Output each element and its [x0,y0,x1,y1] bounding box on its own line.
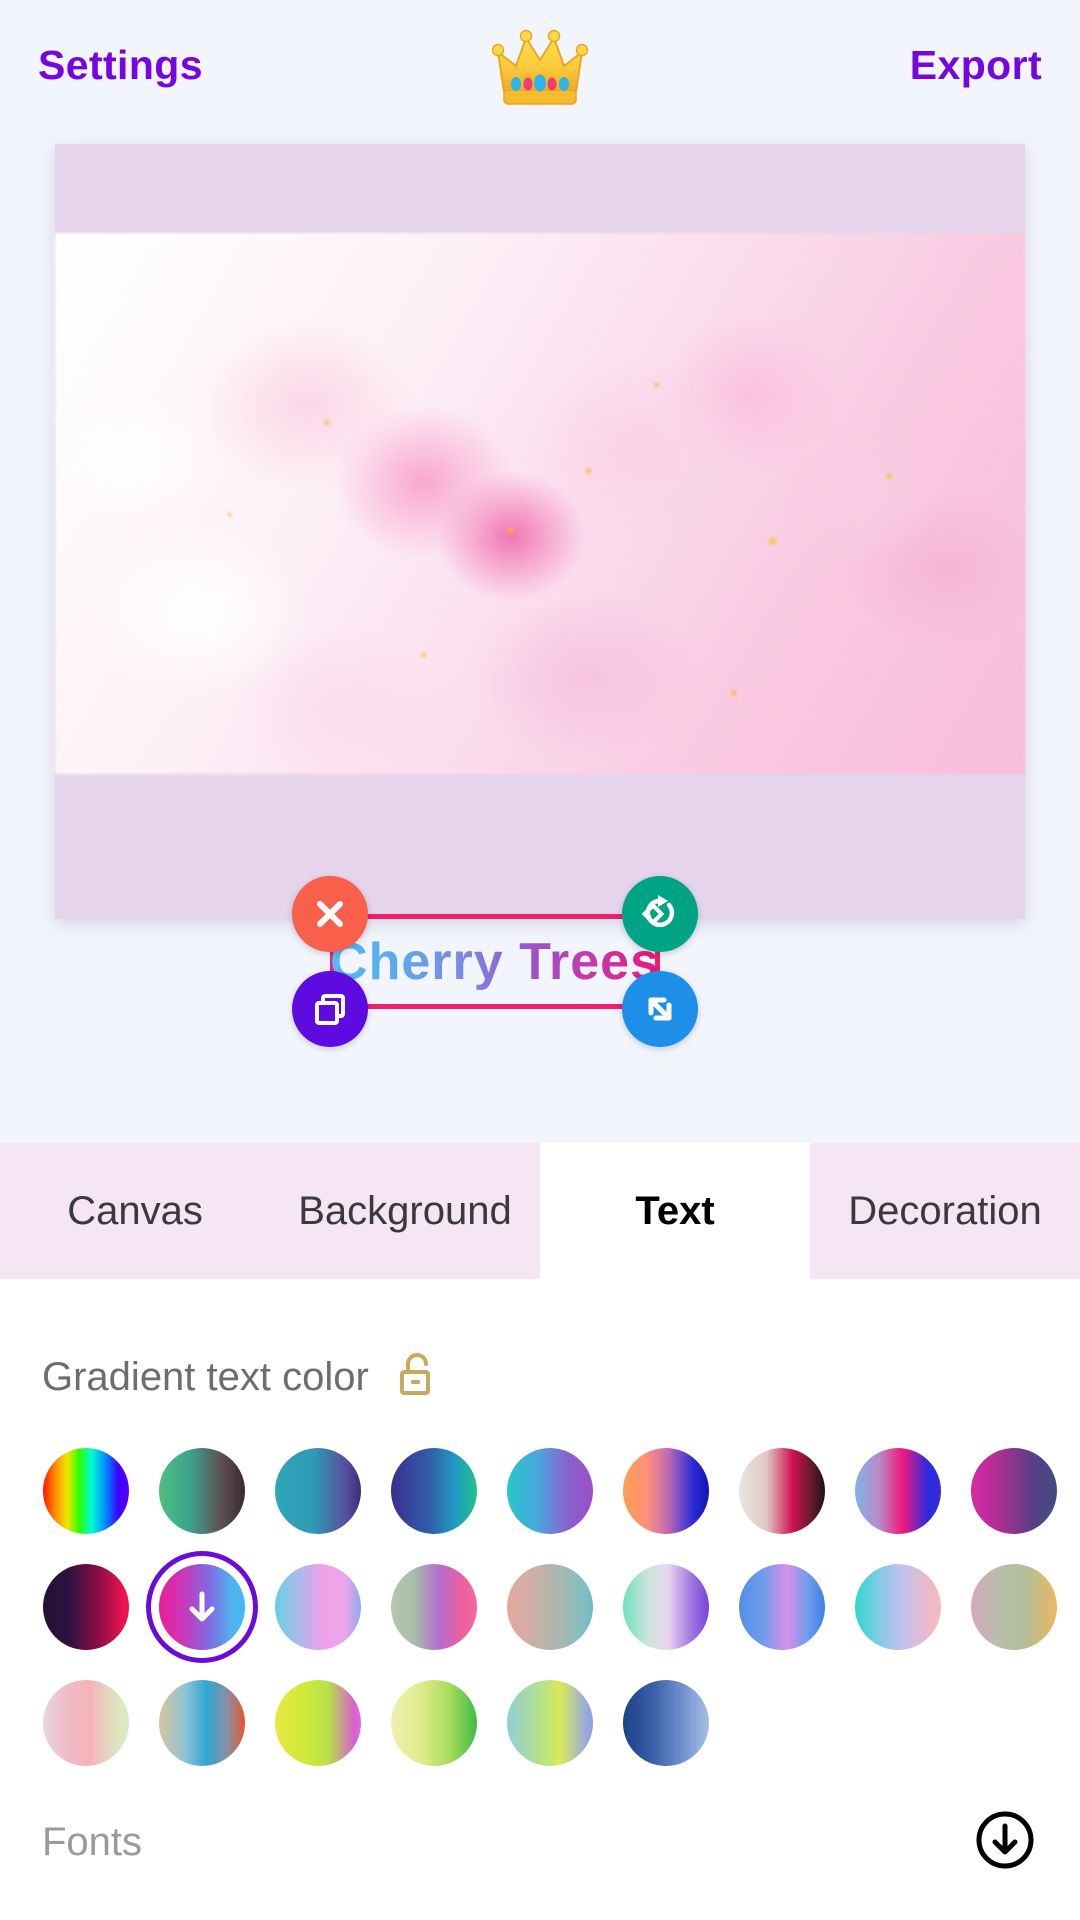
gradient-swatch-cell[interactable] [724,1440,840,1542]
gradient-swatch-cell[interactable] [376,1672,492,1774]
gradient-swatch-magenta-slate[interactable] [971,1448,1057,1534]
gradient-swatch-cell[interactable] [956,1556,1072,1658]
gradient-swatch-lime-orchid[interactable] [275,1680,361,1766]
gradient-swatch-teal-lime-blue[interactable] [507,1680,593,1766]
gradient-swatch-blue-pink-blue[interactable] [855,1448,941,1534]
crown-icon [491,26,589,115]
fonts-section: Fonts [0,1809,1080,1876]
gradient-swatch-rainbow[interactable] [43,1448,129,1534]
gradient-swatch-cell[interactable] [840,1556,956,1658]
gradient-swatch-cell[interactable] [608,1556,724,1658]
gradient-section-header: Gradient text color [0,1279,1080,1404]
gradient-swatch-cell[interactable] [376,1440,492,1542]
fonts-title: Fonts [42,1820,143,1864]
gradient-swatch-cell[interactable] [28,1672,144,1774]
gradient-section-title: Gradient text color [42,1355,369,1399]
tab-canvas[interactable]: Canvas [0,1143,270,1279]
gradient-swatch-teal-purple[interactable] [275,1448,361,1534]
gradient-swatch-cell[interactable] [492,1672,608,1774]
tab-text[interactable]: Text [540,1143,810,1279]
gradient-swatch-orange-blue[interactable] [623,1448,709,1534]
rotate-icon [641,895,675,928]
gradient-swatch-mint-violet[interactable] [623,1564,709,1650]
gradient-swatch-cell[interactable] [28,1556,144,1658]
unlock-icon[interactable] [395,1351,439,1404]
gradient-swatch-cream-green[interactable] [391,1680,477,1766]
gradient-swatch-mauve-sand[interactable] [971,1564,1057,1650]
gradient-swatch-cell[interactable] [608,1440,724,1542]
top-bar: Settings Export [0,0,1080,130]
gradient-swatch-cell[interactable] [492,1556,608,1658]
download-arrow-icon [189,1591,215,1622]
gradient-swatch-cyan-violet[interactable] [507,1448,593,1534]
gradient-swatch-green-brown[interactable] [159,1448,245,1534]
gradient-swatch-cell[interactable] [144,1440,260,1542]
gradient-swatch-sand-cyan-rust[interactable] [159,1680,245,1766]
gradient-swatch-navy-sky[interactable] [623,1680,709,1766]
gradient-swatch-cell[interactable] [28,1440,144,1542]
app-screen: Settings Export Cherry Trees Canvas Back… [0,0,1080,1920]
gradient-swatch-cell[interactable] [376,1556,492,1658]
rotate-handle[interactable] [622,876,698,952]
gradient-swatch-aqua-blush[interactable] [855,1564,941,1650]
gradient-swatch-sage-pink[interactable] [391,1564,477,1650]
tab-background[interactable]: Background [270,1143,540,1279]
gradient-swatch-cell[interactable] [724,1556,840,1658]
duplicate-handle[interactable] [292,971,368,1047]
tab-decoration[interactable]: Decoration [810,1143,1080,1279]
gradient-swatch-cell[interactable] [260,1440,376,1542]
canvas-card[interactable]: Cherry Trees [55,144,1025,1047]
canvas-text-element[interactable]: Cherry Trees [330,914,660,1009]
settings-button[interactable]: Settings [38,42,203,89]
close-icon [317,901,343,927]
gradient-swatch-blue-orchid[interactable] [739,1564,825,1650]
gradient-swatch-magenta-blue[interactable] [159,1564,245,1650]
gradient-swatch-cell[interactable] [144,1672,260,1774]
gradient-swatch-grid [0,1404,1080,1774]
text-options-panel: Gradient text color Fonts [0,1279,1080,1920]
text-selection-box[interactable]: Cherry Trees [292,876,698,1047]
gradient-swatch-cell[interactable] [144,1556,260,1658]
gradient-swatch-dark-crimson[interactable] [43,1564,129,1650]
cloud-download-icon[interactable] [974,1809,1036,1876]
gradient-swatch-cell[interactable] [608,1672,724,1774]
gradient-swatch-cyan-pink[interactable] [275,1564,361,1650]
export-button[interactable]: Export [910,42,1042,89]
editor-tab-bar: Canvas Background Text Decoration [0,1143,1080,1279]
gradient-swatch-white-crimson[interactable] [739,1448,825,1534]
resize-handle[interactable] [622,971,698,1047]
cherry-blossom-photo[interactable] [55,233,1025,774]
gradient-swatch-purple-teal[interactable] [391,1448,477,1534]
gradient-swatch-rose-sage[interactable] [507,1564,593,1650]
resize-icon [648,997,672,1021]
delete-handle[interactable] [292,876,368,952]
gradient-swatch-blush-mint[interactable] [43,1680,129,1766]
gradient-swatch-cell[interactable] [956,1440,1072,1542]
copy-icon [315,994,345,1025]
gradient-swatch-cell[interactable] [260,1556,376,1658]
gradient-swatch-cell[interactable] [260,1672,376,1774]
gradient-swatch-cell[interactable] [840,1440,956,1542]
gradient-swatch-cell[interactable] [492,1440,608,1542]
